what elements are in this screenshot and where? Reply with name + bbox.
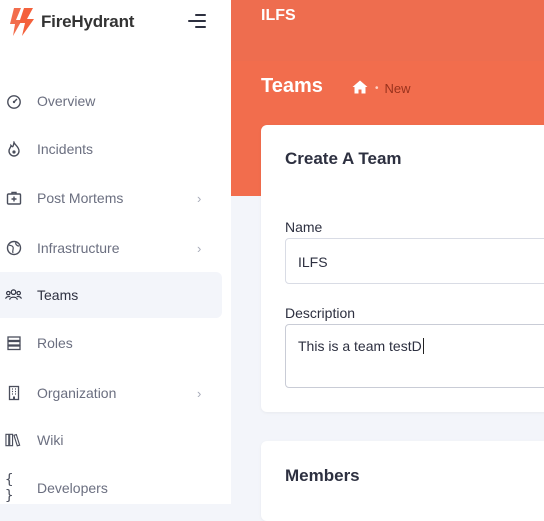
sidebar-item-teams[interactable]: Teams (0, 272, 222, 318)
medical-kit-icon (5, 190, 22, 207)
sidebar-item-wiki[interactable]: Wiki (0, 417, 222, 463)
breadcrumb: • New (352, 80, 411, 97)
sidebar-item-label: Infrastructure (37, 240, 120, 256)
menu-toggle-icon[interactable] (188, 14, 206, 28)
dashboard-gauge-icon (5, 93, 22, 110)
sidebar-item-label: Teams (37, 287, 79, 303)
chevron-right-icon: › (197, 240, 202, 256)
page-title: Teams (261, 75, 323, 97)
brand-name: FireHydrant (41, 12, 135, 31)
sidebar-item-label: Developers (37, 480, 108, 496)
home-icon[interactable] (352, 80, 368, 97)
firehydrant-logo-icon (10, 8, 34, 36)
globe-icon (5, 240, 22, 257)
card-title: Create A Team (285, 149, 402, 168)
org-name[interactable]: ILFS (261, 7, 296, 25)
description-text: This is a team testD (298, 338, 424, 354)
sidebar-item-label: Wiki (37, 432, 64, 448)
chevron-right-icon: › (197, 385, 202, 401)
breadcrumb-separator: • (375, 83, 379, 94)
sidebar-item-label: Organization (37, 385, 117, 401)
brand-logo[interactable]: FireHydrant (7, 5, 134, 39)
sidebar-item-post-mortems[interactable]: Post Mortems › (0, 175, 222, 221)
sidebar-item-label: Post Mortems (37, 190, 124, 206)
fire-icon (5, 141, 22, 158)
sidebar-item-label: Incidents (37, 141, 94, 157)
breadcrumb-current: New (384, 81, 411, 96)
code-braces-icon: { } (5, 472, 14, 504)
description-textarea[interactable]: This is a team testD (285, 324, 544, 388)
name-input[interactable]: ILFS (285, 238, 544, 284)
sidebar-item-developers[interactable]: { } Developers (0, 465, 222, 511)
sidebar-item-infrastructure[interactable]: Infrastructure › (0, 225, 222, 271)
users-icon (5, 287, 22, 304)
name-label: Name (285, 219, 323, 235)
books-icon (5, 432, 22, 449)
sidebar-item-label: Roles (37, 335, 73, 351)
sidebar-item-label: Overview (37, 93, 96, 109)
description-label: Description (285, 305, 356, 321)
building-icon (5, 385, 22, 402)
chevron-right-icon: › (197, 190, 202, 206)
sidebar-item-overview[interactable]: Overview (0, 78, 222, 124)
text-cursor (422, 338, 424, 354)
sidebar: FireHydrant Overview Incidents Post Mort… (0, 0, 231, 504)
sidebar-item-organization[interactable]: Organization › (0, 370, 222, 416)
server-stack-icon (5, 335, 22, 352)
sidebar-item-incidents[interactable]: Incidents (0, 126, 222, 172)
members-title: Members (285, 466, 360, 485)
sidebar-item-roles[interactable]: Roles (0, 320, 222, 366)
